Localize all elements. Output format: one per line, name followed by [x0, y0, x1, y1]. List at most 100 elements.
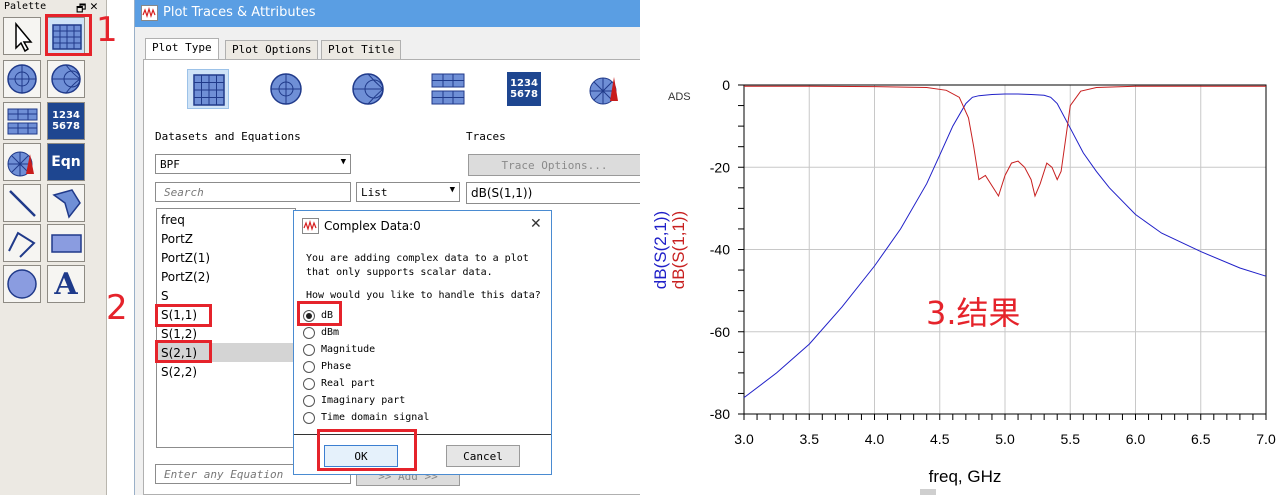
list-item[interactable]: PortZ(1) — [161, 251, 210, 265]
cancel-button[interactable]: Cancel — [446, 445, 520, 467]
circle-tool-button[interactable] — [3, 265, 41, 303]
dialog-message-line2: that only supports scalar data. — [306, 267, 493, 278]
line-icon — [9, 190, 36, 217]
polyline-tool-button[interactable] — [3, 224, 41, 262]
plot-type-smith[interactable] — [347, 69, 389, 109]
y-tick-label: -20 — [710, 159, 730, 175]
x-tick-label: 7.0 — [1256, 431, 1276, 447]
highlight-box-db — [297, 301, 342, 326]
highlight-box-ok — [317, 429, 417, 471]
radio-label-time-domain: Time domain signal — [321, 412, 430, 423]
stacked-plot-icon — [431, 73, 465, 105]
smith-chart-icon — [352, 73, 384, 105]
radio-label-dbm: dBm — [321, 327, 340, 338]
radio-phase[interactable] — [303, 361, 315, 373]
cursor-arrow-icon — [15, 21, 33, 53]
y-axis-label-s11: dB(S(1,1)) — [669, 211, 688, 289]
polar-plot-button[interactable] — [3, 60, 41, 98]
list-mode-select[interactable]: List ▼ — [356, 182, 460, 202]
palette-panel: Palette 🗗 ✕ 1234 5678 Eqn A — [0, 0, 107, 495]
list-item[interactable]: S(2,2) — [161, 365, 197, 379]
polygon-tool-button[interactable] — [47, 184, 85, 222]
plot-type-list[interactable]: 1234 5678 — [507, 72, 541, 106]
equation-icon: Eqn — [51, 154, 81, 170]
dialog-title: Complex Data:0 — [324, 219, 421, 233]
trace-item[interactable]: dB(S(1,1)) — [466, 182, 641, 204]
y-axis-label-s21: dB(S(2,1)) — [651, 211, 670, 289]
radio-label-imaginary-part: Imaginary part — [321, 395, 406, 406]
highlight-box-1 — [45, 14, 92, 56]
polygon-icon — [52, 189, 81, 219]
tab-plot-options[interactable]: Plot Options — [225, 40, 319, 59]
radio-dbm[interactable] — [303, 327, 315, 339]
x-tick-label: 6.0 — [1126, 431, 1146, 447]
palette-title: Palette — [4, 1, 47, 12]
radio-imaginary-part[interactable] — [303, 395, 315, 407]
stacked-plot-button[interactable] — [3, 102, 41, 140]
y-tick-label: -40 — [710, 242, 730, 258]
x-tick-label: 3.0 — [734, 431, 754, 447]
polar-plot-icon — [7, 64, 37, 94]
scrollbar-thumb[interactable] — [920, 489, 936, 495]
list-item[interactable]: S — [161, 289, 169, 303]
line-tool-button[interactable] — [3, 184, 41, 222]
list-button[interactable]: 1234 5678 — [47, 102, 85, 140]
rectangle-tool-button[interactable] — [47, 224, 85, 262]
radio-time-domain[interactable] — [303, 412, 315, 424]
polar-plot-icon — [270, 73, 302, 105]
list-item[interactable]: S(1,2) — [161, 327, 197, 341]
close-icon[interactable]: ✕ — [530, 216, 542, 232]
radio-magnitude[interactable] — [303, 344, 315, 356]
x-tick-label: 5.5 — [1061, 431, 1081, 447]
text-tool-button[interactable]: A — [47, 265, 85, 303]
s-parameter-chart: 3.0 3.5 4.0 4.5 5.0 5.5 6.0 6.5 7.0 0 -20 -40 -60 -80… — [640, 0, 1277, 495]
plot-type-antenna[interactable] — [585, 69, 627, 109]
tab-plot-title[interactable]: Plot Title — [321, 40, 402, 59]
chevron-down-icon: ▼ — [449, 185, 455, 195]
circle-icon — [7, 269, 37, 299]
polyline-icon — [8, 231, 36, 258]
radio-label-real-part: Real part — [321, 378, 376, 389]
smith-chart-icon — [51, 64, 81, 94]
plot-type-rectangular[interactable] — [187, 69, 229, 109]
list-item[interactable]: PortZ — [161, 232, 193, 246]
trace-options-button[interactable]: Trace Options... — [468, 154, 641, 176]
highlight-box-s21 — [155, 340, 212, 363]
radio-label-magnitude: Magnitude — [321, 344, 376, 355]
chart-svg: 3.0 3.5 4.0 4.5 5.0 5.5 6.0 6.5 7.0 0 -20 -40 -60 -80… — [651, 77, 1276, 486]
annotation-step-3: 3.结果 — [926, 294, 1021, 332]
dataset-variable-list[interactable]: freq PortZ PortZ(1) PortZ(2) S S(1,1) S(… — [156, 208, 296, 448]
plot-type-polar[interactable] — [265, 69, 307, 109]
x-tick-label: 5.0 — [995, 431, 1015, 447]
y-tick-label: 0 — [722, 77, 730, 93]
dataset-select[interactable]: BPF ▼ — [155, 154, 351, 174]
list-item[interactable]: PortZ(2) — [161, 270, 210, 284]
plot-type-stacked[interactable] — [427, 69, 469, 109]
chevron-down-icon: ▼ — [340, 157, 346, 167]
rectangular-plot-icon — [193, 74, 225, 106]
text-icon: A — [54, 266, 78, 302]
list-mode-value: List — [361, 186, 388, 199]
x-tick-label: 3.5 — [800, 431, 820, 447]
list-icon: 1234 5678 — [52, 110, 80, 132]
y-tick-label: -60 — [710, 324, 730, 340]
equation-button[interactable]: Eqn — [47, 143, 85, 181]
list-item[interactable]: freq — [161, 213, 185, 227]
annotation-step-2: 2 — [106, 288, 128, 328]
annotation-step-1: 1 — [96, 10, 118, 50]
dialog-message-line1: You are adding complex data to a plot — [306, 253, 529, 264]
window-title: Plot Traces & Attributes — [163, 5, 316, 20]
antenna-plot-button[interactable] — [3, 143, 41, 181]
window-titlebar: Plot Traces & Attributes — [135, 0, 641, 27]
dataset-value: BPF — [160, 158, 180, 171]
tab-plot-type[interactable]: Plot Type — [145, 38, 219, 60]
smith-chart-button[interactable] — [47, 60, 85, 98]
traces-label: Traces — [466, 130, 506, 143]
radio-label-phase: Phase — [321, 361, 352, 372]
pointer-tool-button[interactable] — [3, 17, 41, 55]
ads-app-icon — [302, 218, 319, 234]
search-input[interactable]: Search — [155, 182, 351, 202]
dialog-question: How would you like to handle this data? — [306, 290, 541, 301]
radio-real-part[interactable] — [303, 378, 315, 390]
x-tick-label: 4.5 — [930, 431, 950, 447]
